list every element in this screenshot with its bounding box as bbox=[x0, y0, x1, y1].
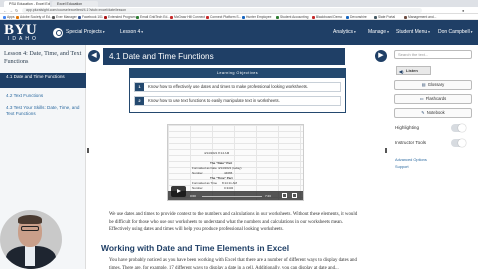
video-cell: Number bbox=[192, 186, 203, 190]
settings-icon[interactable] bbox=[282, 193, 287, 198]
video-current-time: 0:00 bbox=[190, 194, 196, 198]
objective-row: 2 Know how to use text functions to easi… bbox=[134, 96, 341, 106]
reload-icon[interactable]: ↻ bbox=[15, 8, 18, 13]
bookmark[interactable]: Adobe Society of Ed... bbox=[16, 15, 53, 19]
account-icon[interactable] bbox=[53, 28, 63, 38]
bookmark[interactable]: Blackboard Demo bbox=[312, 15, 342, 19]
video-cell: 8:14:11 AM bbox=[222, 181, 237, 185]
byu-idaho-logo[interactable]: BYU IDAHO bbox=[4, 23, 46, 43]
lesson-menu[interactable]: Lesson 4▾ bbox=[120, 29, 143, 35]
book-icon: ▤ bbox=[421, 82, 426, 87]
url-field[interactable]: app.pluralsight.com/course/exceltext/4.1… bbox=[22, 8, 422, 13]
browser-tab-bar: PSU Education - Excel Education Excel Ed… bbox=[0, 0, 478, 7]
student-menu[interactable]: Student Menu▾ bbox=[396, 29, 430, 35]
chapter-header: 4.1 Date and Time Functions bbox=[103, 48, 345, 65]
bookmark[interactable]: Facebook 101 bbox=[78, 15, 103, 19]
play-icon[interactable] bbox=[171, 186, 186, 197]
sidebar-item-4-1[interactable]: 4.1 Date and Time Functions bbox=[0, 73, 86, 88]
section-paragraph: You have probably noticed as you have be… bbox=[109, 258, 357, 269]
analytics-menu[interactable]: Analytics▾ bbox=[333, 29, 356, 35]
chevron-down-icon: ▾ bbox=[428, 30, 430, 34]
manage-menu[interactable]: Manage▾ bbox=[368, 29, 389, 35]
advanced-options-link[interactable]: Advanced Options bbox=[395, 157, 427, 162]
chevron-down-icon: ▾ bbox=[354, 30, 356, 34]
bookmark[interactable]: Slate Portal bbox=[374, 15, 395, 19]
video-cell: 4/14/2021 8:14 AM bbox=[204, 151, 230, 155]
screen: PSU Education - Excel Education Excel Ed… bbox=[0, 0, 478, 269]
objective-number: 2 bbox=[135, 97, 144, 105]
arrow-right-icon: ▶ bbox=[378, 52, 384, 59]
presenter-glasses bbox=[21, 226, 39, 231]
app-navbar: BYU IDAHO Special Projects▾ Lesson 4▾ An… bbox=[0, 20, 478, 45]
pencil-icon: ✎ bbox=[421, 110, 425, 115]
panel-resize-handle[interactable] bbox=[385, 148, 387, 153]
search-input[interactable]: Search the text... bbox=[394, 50, 472, 59]
sidebar-item-4-3[interactable]: 4.3 Test Your Skills: Date, Time, and Te… bbox=[0, 104, 86, 118]
video-total-time: 7:23 bbox=[265, 194, 271, 198]
section-heading: Working with Date and Time Elements in E… bbox=[101, 243, 290, 253]
arrow-left-icon: ◀ bbox=[91, 52, 97, 59]
special-projects-menu[interactable]: Special Projects▾ bbox=[66, 29, 105, 35]
sidebar-resize-handle[interactable] bbox=[87, 148, 89, 153]
video-cell: The "Time" Part bbox=[210, 176, 233, 180]
learning-objectives: Learning Objectives 1 Know how to effect… bbox=[129, 68, 346, 113]
instructor-tools-label: Instructor Tools bbox=[395, 140, 427, 145]
video-progress-bar[interactable] bbox=[202, 196, 262, 197]
bookmark[interactable]: Apps bbox=[3, 15, 15, 19]
forward-icon[interactable]: → bbox=[9, 8, 13, 13]
objectives-header: Learning Objectives bbox=[130, 69, 345, 78]
bookmark[interactable]: Devonshire bbox=[346, 15, 367, 19]
bookmark[interactable]: Ever Manager bbox=[52, 15, 77, 19]
bookmark[interactable]: Hunter Employee bbox=[242, 15, 271, 19]
bookmark[interactable]: Extended Program bbox=[104, 15, 136, 19]
objective-number: 1 bbox=[135, 83, 144, 91]
webcam-overlay bbox=[0, 210, 62, 269]
flashcards-button[interactable]: ▭ Flashcards bbox=[394, 94, 472, 104]
chevron-down-icon: ▾ bbox=[470, 30, 473, 34]
lesson-title: Lesson 4: Date, Time, and Text Functions bbox=[4, 50, 82, 65]
video-cell: 44665 bbox=[224, 171, 233, 175]
video-cell: Number bbox=[192, 171, 203, 175]
chevron-down-icon: ▾ bbox=[387, 30, 389, 34]
bookmark[interactable]: Connect Platform S... bbox=[206, 15, 241, 19]
presenter-hair bbox=[18, 215, 42, 224]
next-page-button[interactable]: ▶ bbox=[375, 50, 387, 62]
chapter-title: 4.1 Date and Time Functions bbox=[109, 52, 214, 61]
presenter-shirt bbox=[25, 246, 35, 266]
video-cell: Formatted as Time bbox=[192, 181, 218, 185]
fullscreen-icon[interactable] bbox=[292, 193, 297, 198]
tools-panel: Search the text... ◀) Listen ▤ Glossary ▭… bbox=[389, 45, 478, 269]
bookmark[interactable]: Student Accounting bbox=[276, 15, 308, 19]
video-cell: 0.3432 bbox=[224, 186, 234, 190]
user-menu[interactable]: Don Campbell▾ bbox=[438, 29, 472, 35]
bookmark[interactable]: McGraw Hill Connect bbox=[170, 15, 205, 19]
highlighting-toggle[interactable] bbox=[451, 124, 466, 132]
objective-row: 1 Know how to effectively use dates and … bbox=[134, 82, 341, 92]
support-link[interactable]: Support bbox=[395, 164, 409, 169]
speaker-icon: ◀) bbox=[399, 69, 404, 74]
previous-page-button[interactable]: ◀ bbox=[88, 50, 100, 62]
sidebar-item-4-2[interactable]: 4.2 Text Functions bbox=[0, 92, 86, 100]
highlighting-label: Highlighting bbox=[395, 125, 420, 130]
objective-text: Know how to effectively use dates and ti… bbox=[148, 84, 309, 89]
video-cell: 4/14/2021 (today) bbox=[218, 166, 242, 170]
bookmark[interactable]: Email GridTech Ed... bbox=[136, 15, 170, 19]
profile-icon[interactable]: ● bbox=[462, 8, 464, 13]
video-cell: The "Date" Part bbox=[210, 161, 233, 165]
cards-icon: ▭ bbox=[419, 96, 424, 101]
bookmark[interactable]: Management and... bbox=[404, 15, 436, 19]
back-icon[interactable]: ← bbox=[3, 8, 7, 13]
chevron-down-icon: ▾ bbox=[141, 30, 144, 34]
glossary-button[interactable]: ▤ Glossary bbox=[394, 80, 472, 90]
objective-text: Know how to use text functions to easily… bbox=[148, 98, 280, 103]
instructor-tools-toggle[interactable] bbox=[451, 139, 466, 147]
notebook-button[interactable]: ✎ Notebook bbox=[394, 108, 472, 118]
spreadsheet-preview bbox=[168, 125, 303, 200]
lesson-video[interactable]: 4/14/2021 8:14 AM The "Date" Part Format… bbox=[167, 124, 304, 201]
video-cell: Formatted as Date bbox=[192, 166, 217, 170]
intro-paragraph: We use dates and times to provide contex… bbox=[109, 212, 358, 233]
chevron-down-icon: ▾ bbox=[102, 30, 105, 34]
listen-button[interactable]: ◀) Listen bbox=[396, 66, 431, 75]
address-bar-row: ← → ↻ app.pluralsight.com/course/excelte… bbox=[0, 7, 478, 14]
